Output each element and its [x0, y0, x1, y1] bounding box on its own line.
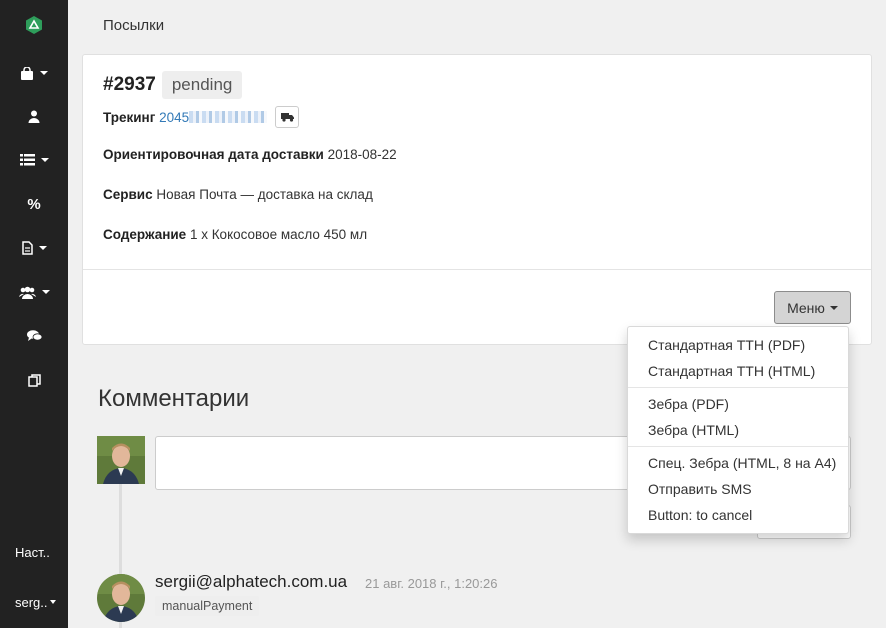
sidebar-item-lists[interactable] [0, 145, 68, 175]
menu-item-standard-ttn-pdf[interactable]: Стандартная ТТН (PDF) [628, 332, 848, 358]
sidebar-item-orders[interactable] [0, 58, 68, 88]
truck-icon [280, 113, 294, 122]
redacted-tracking-digits [189, 111, 268, 123]
avatar [97, 436, 145, 484]
chevron-down-icon [40, 158, 49, 162]
menu-item-zebra-pdf[interactable]: Зебра (PDF) [628, 391, 848, 417]
page-title: Посылки [103, 17, 165, 34]
service-value: Новая Почта — доставка на склад [156, 187, 373, 202]
user-icon [28, 110, 40, 123]
track-shipment-button[interactable] [274, 106, 299, 128]
service-label: Сервис [103, 187, 153, 202]
tracking-row: Трекинг 2045 [103, 106, 299, 128]
copy-icon [27, 373, 41, 387]
sidebar: % Наст.. serg.. [0, 0, 68, 628]
sidebar-item-groups[interactable] [0, 277, 68, 307]
tracking-link[interactable]: 2045 [159, 110, 268, 125]
menu-item-cancel[interactable]: Button: to cancel [628, 502, 848, 528]
users-icon [18, 286, 36, 299]
shipment-id: #2937 [103, 74, 156, 95]
chevron-down-icon [38, 246, 47, 250]
menu-item-zebra-html[interactable]: Зебра (HTML) [628, 417, 848, 443]
sidebar-item-documents[interactable] [0, 233, 68, 263]
chevron-down-icon [40, 71, 48, 75]
sidebar-item-chat[interactable] [0, 321, 68, 351]
comment-timestamp: 21 авг. 2018 г., 1:20:26 [365, 576, 498, 591]
sidebar-item-discounts[interactable]: % [0, 189, 68, 219]
menu-button[interactable]: Меню [774, 291, 851, 324]
chevron-down-icon [41, 290, 50, 294]
shopping-bag-icon [20, 66, 34, 80]
menu-dropdown: Стандартная ТТН (PDF) Стандартная ТТН (H… [627, 326, 849, 534]
comment-tag: manualPayment [155, 596, 260, 616]
comment-author[interactable]: sergii@alphatech.com.ua [155, 572, 347, 592]
menu-divider [628, 387, 848, 388]
percent-icon: % [27, 195, 41, 213]
comments-icon [26, 330, 42, 342]
shipment-panel: #2937 pending Трекинг 2045 Ориентировочн… [82, 54, 872, 345]
comment-avatar [97, 574, 145, 622]
comments-title: Комментарии [98, 385, 250, 412]
menu-item-special-zebra[interactable]: Спец. Зебра (HTML, 8 на А4) [628, 450, 848, 476]
app-logo-icon[interactable] [24, 15, 44, 35]
delivery-date-row: Ориентировочная дата доставки 2018-08-22 [103, 147, 397, 162]
service-row: Сервис Новая Почта — доставка на склад [103, 187, 373, 202]
sidebar-user-menu[interactable]: serg.. [0, 595, 68, 610]
sidebar-item-copy[interactable] [0, 365, 68, 395]
delivery-date-value: 2018-08-22 [327, 147, 397, 162]
panel-divider [83, 269, 871, 270]
menu-divider [628, 446, 848, 447]
list-icon [19, 154, 35, 166]
menu-item-send-sms[interactable]: Отправить SMS [628, 476, 848, 502]
sidebar-settings[interactable]: Наст.. [0, 545, 68, 560]
tracking-label: Трекинг [103, 110, 156, 125]
delivery-date-label: Ориентировочная дата доставки [103, 147, 324, 162]
content-row: Содержание 1 x Кокосовое масло 450 мл [103, 227, 367, 242]
content-label: Содержание [103, 227, 187, 242]
status-badge: pending [161, 71, 243, 99]
chevron-down-icon [829, 305, 838, 310]
shipment-title: #2937 pending [103, 71, 243, 99]
document-icon [21, 241, 33, 255]
chevron-down-icon [49, 600, 56, 604]
sidebar-item-customers[interactable] [0, 101, 68, 131]
menu-item-standard-ttn-html[interactable]: Стандартная ТТН (HTML) [628, 358, 848, 384]
content-value: 1 x Кокосовое масло 450 мл [189, 227, 368, 242]
